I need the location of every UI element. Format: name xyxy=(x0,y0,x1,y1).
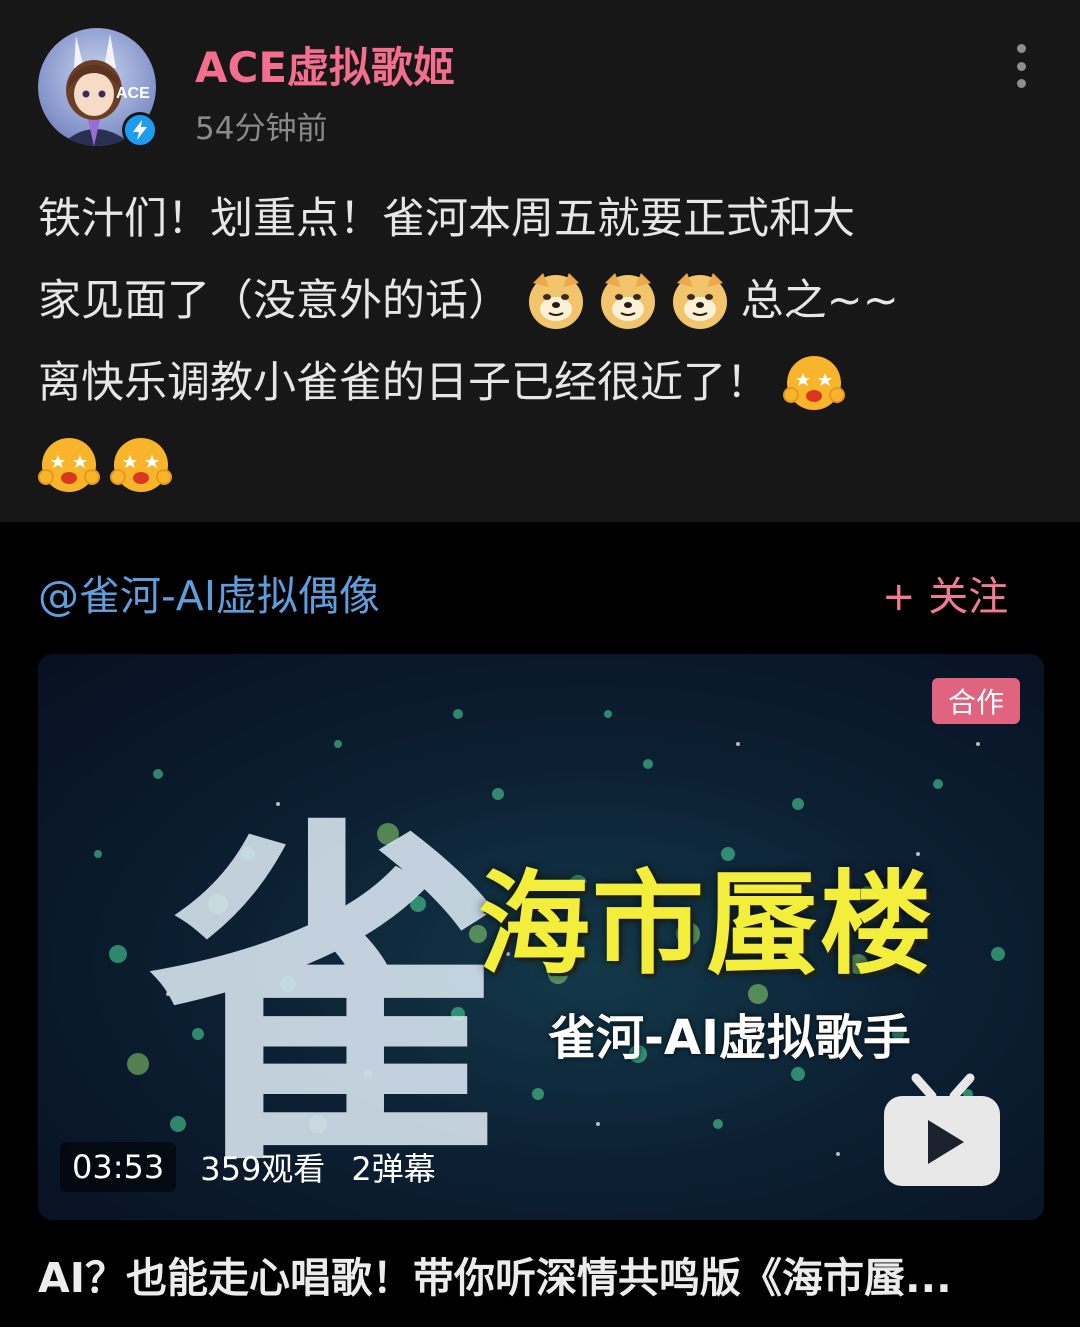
post-line-1: 铁汁们！划重点！雀河本周五就要正式和大 xyxy=(38,194,855,244)
doge-emoji-icon xyxy=(672,272,727,329)
verified-badge xyxy=(122,112,158,148)
thumbnail-title-text: 海市蜃楼 xyxy=(478,860,934,990)
post-body: 铁汁们！划重点！雀河本周五就要正式和大 家见面了（没意外的话） 总之~~ 离快乐… xyxy=(38,178,1042,506)
bilibili-tv-play-icon[interactable] xyxy=(880,1070,1004,1190)
post-line-2-text: 家见面了（没意外的话） xyxy=(38,276,511,326)
post-line-3-text: 离快乐调教小雀雀的日子已经很近了！ xyxy=(38,358,769,408)
starry-eyed-emoji-icon xyxy=(110,437,172,492)
video-duration: 03:53 xyxy=(60,1142,177,1192)
post-line-3: 离快乐调教小雀雀的日子已经很近了！ xyxy=(38,342,1042,424)
post-card: ACE ACE虚拟歌姬 54分钟前 铁汁们！划重点！雀河本周五就要正式和大 家见… xyxy=(0,0,1080,522)
author-name[interactable]: ACE虚拟歌姬 xyxy=(195,34,455,95)
post-line-4 xyxy=(38,424,1042,506)
post-timestamp: 54分钟前 xyxy=(195,111,328,147)
video-danmaku-count: 2弹幕 xyxy=(351,1150,436,1188)
video-stats: 03:53 359观看 2弹幕 xyxy=(60,1136,436,1198)
starry-eyed-emoji-icon xyxy=(782,355,845,410)
post-line-2: 家见面了（没意外的话） 总之~~ xyxy=(38,260,1042,342)
mentioned-user-link[interactable]: @雀河-AI虚拟偶像 xyxy=(38,562,380,622)
starry-eyed-emoji-icon xyxy=(38,437,100,492)
doge-emoji-icon xyxy=(528,272,583,329)
thumbnail-subtitle-text: 雀河-AI虚拟歌手 xyxy=(548,1010,911,1066)
more-options-icon[interactable] xyxy=(1004,44,1038,88)
video-views: 359观看 xyxy=(200,1150,326,1188)
svg-text:ACE: ACE xyxy=(116,85,150,102)
lightning-verified-icon xyxy=(133,120,147,140)
video-card[interactable]: 雀 合作 海市蜃楼 雀河-AI虚拟歌手 03:53 359观看 2弹幕 xyxy=(38,654,1044,1220)
video-title[interactable]: AI？也能走心唱歌！带你听深情共鸣版《海市蜃... xyxy=(38,1244,1044,1304)
collaboration-badge: 合作 xyxy=(932,678,1020,724)
follow-button[interactable]: + 关注 xyxy=(882,564,1008,622)
post-line-2-tail: 总之~~ xyxy=(740,276,899,326)
doge-emoji-icon xyxy=(600,272,655,329)
